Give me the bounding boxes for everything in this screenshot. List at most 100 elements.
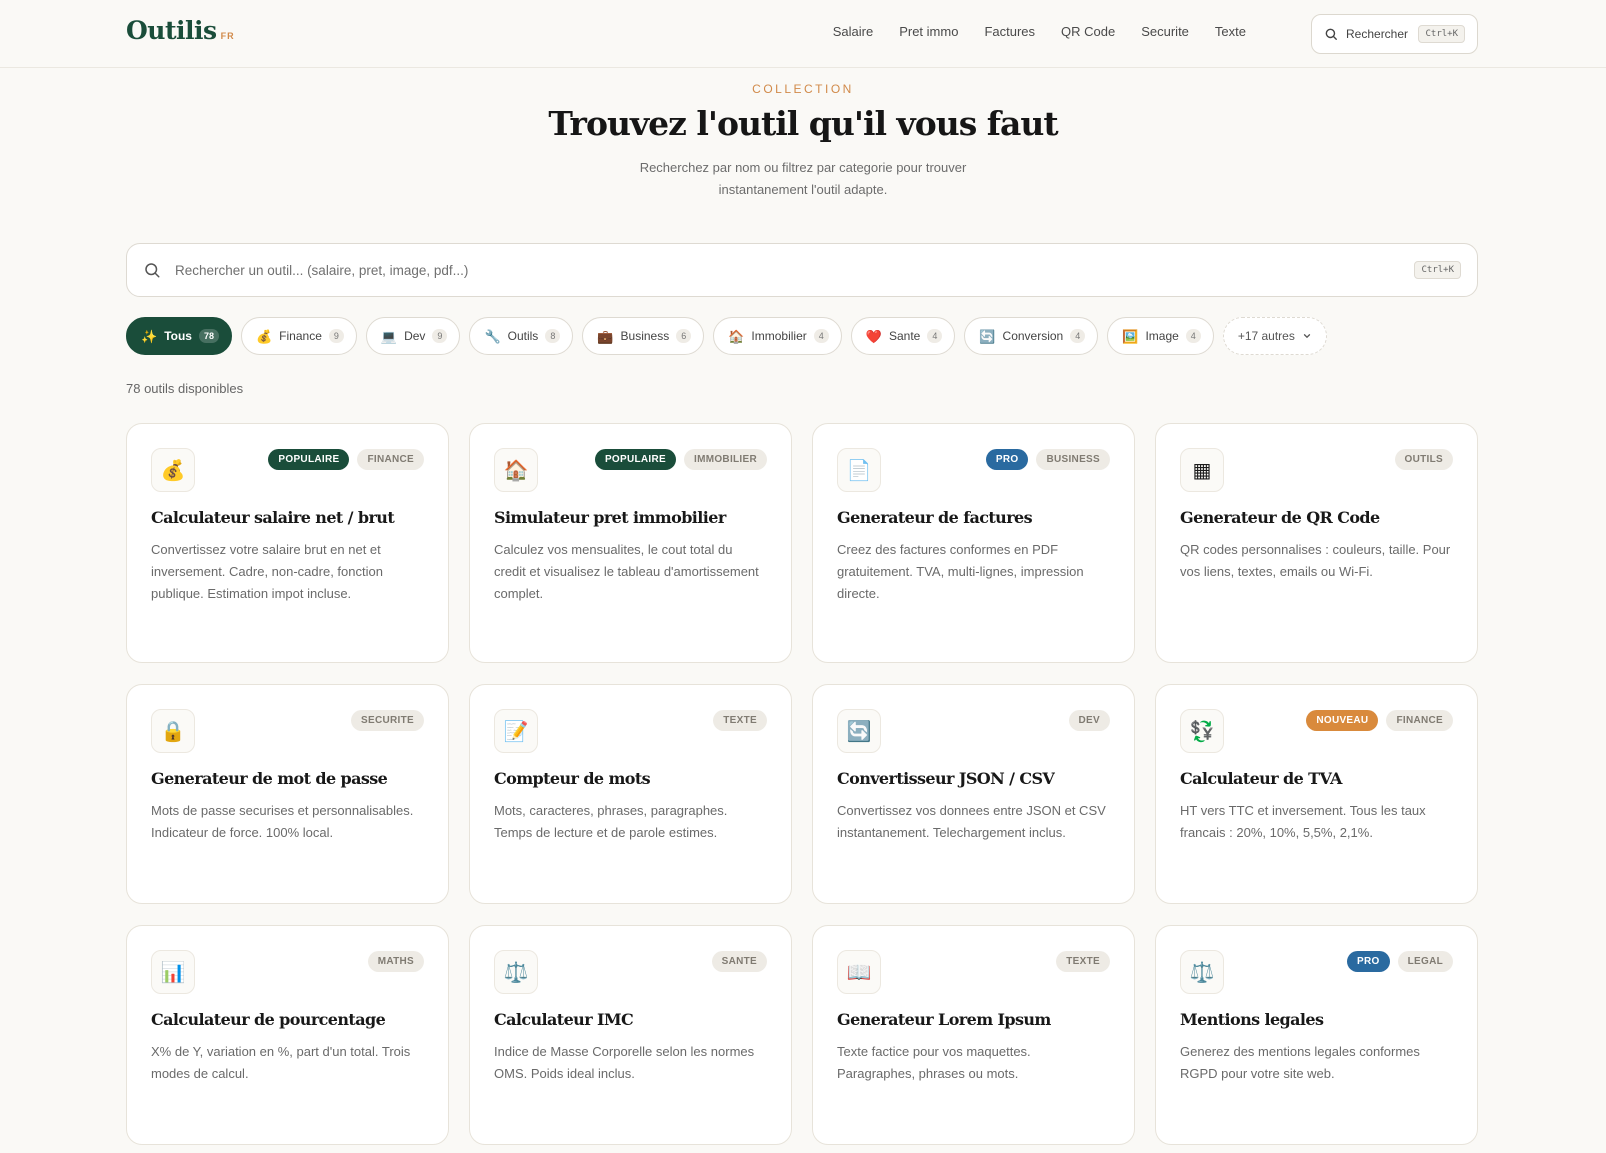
tool-card[interactable]: 📖 TEXTE Generateur Lorem Ipsum Texte factic… [812, 925, 1135, 1145]
logo-suffix: FR [220, 31, 235, 41]
nav-link-factures[interactable]: Factures [984, 24, 1035, 39]
tool-card[interactable]: 🔒 SECURITE Generateur de mot de passe Mots … [126, 684, 449, 904]
category-badge: SECURITE [351, 710, 424, 731]
tool-description: Mots, caracteres, phrases, paragraphes. … [494, 803, 728, 840]
main-nav: Salaire Pret immo Factures QR Code Secur… [833, 24, 1246, 39]
tool-title: Generateur de QR Code [1180, 508, 1380, 527]
tool-card[interactable]: 🏠 POPULAIRE IMMOBILIER Simulateur pret immo… [469, 423, 792, 663]
filter-count: 4 [1185, 329, 1201, 343]
category-badge: DEV [1068, 710, 1110, 731]
filter-chip-dev[interactable]: 💻 Dev 9 [365, 317, 461, 355]
tool-card[interactable]: 📊 MATHS Calculateur de pourcentage X% de Y,… [126, 925, 449, 1145]
tool-count: 78 outils disponibles [126, 381, 244, 396]
filter-chip-conversion[interactable]: 🔄 Conversion 4 [964, 317, 1099, 355]
status-badge: PRO [985, 449, 1029, 470]
tool-card[interactable]: ⚖️ PRO LEGAL Mentions legales Generez des me… [1155, 925, 1478, 1145]
filter-label: Dev [404, 329, 426, 343]
page-title: Trouvez l'outil qu'il vous faut [548, 104, 1058, 143]
sparkles-icon: ✨ [141, 328, 158, 344]
chevron-down-icon [1303, 334, 1310, 339]
heart-icon: ❤️ [865, 328, 882, 344]
filter-chip-outils[interactable]: 🔧 Outils 8 [469, 317, 574, 355]
category-badge: IMMOBILIER [684, 449, 767, 470]
tool-grid: 💰 POPULAIRE FINANCE Calculateur salaire net… [126, 423, 1478, 1145]
tool-badges: SECURITE [351, 710, 424, 731]
tool-description: QR codes personnalises : couleurs, taill… [1180, 542, 1451, 579]
tool-card[interactable]: 📝 TEXTE Compteur de mots Mots, caracteres, … [469, 684, 792, 904]
nav-link-pret-immo[interactable]: Pret immo [899, 24, 958, 39]
house-icon: 🏠 [728, 328, 745, 344]
bar-chart-icon: 📊 [151, 950, 195, 994]
tool-search-bar: Ctrl+K [126, 243, 1478, 297]
filter-label: Business [620, 329, 670, 343]
category-badge: OUTILS [1394, 449, 1453, 470]
nav-link-qr-code[interactable]: QR Code [1061, 24, 1115, 39]
tool-card[interactable]: 💰 POPULAIRE FINANCE Calculateur salaire net… [126, 423, 449, 663]
category-badge: TEXTE [1056, 951, 1110, 972]
nav-link-texte[interactable]: Texte [1215, 24, 1246, 39]
house-icon: 🏠 [494, 448, 538, 492]
money-bag-icon: 💰 [151, 448, 195, 492]
filter-label: Tous [164, 329, 192, 343]
tool-title: Generateur de mot de passe [151, 769, 388, 788]
tool-badges: NOUVEAU FINANCE [1306, 710, 1453, 731]
tool-description: Convertissez vos donnees entre JSON et C… [837, 803, 1106, 840]
filter-chip-finance[interactable]: 💰 Finance 9 [240, 317, 357, 355]
header-search-button[interactable]: Rechercher Ctrl+K [1311, 14, 1478, 54]
tool-title: Calculateur IMC [494, 1010, 634, 1029]
tool-card[interactable]: ▦ OUTILS Generateur de QR Code QR codes per… [1155, 423, 1478, 663]
convert-icon: 🔄 [837, 709, 881, 753]
filter-count: 9 [432, 329, 448, 343]
tool-badges: OUTILS [1394, 449, 1453, 470]
tool-title: Simulateur pret immobilier [494, 508, 726, 527]
open-book-icon: 📖 [837, 950, 881, 994]
tool-description: HT vers TTC et inversement. Tous les tau… [1180, 803, 1426, 840]
picture-icon: 🖼️ [1122, 328, 1139, 344]
filter-chip-sante[interactable]: ❤️ Sante 4 [850, 317, 956, 355]
filter-chip-image[interactable]: 🖼️ Image 4 [1107, 317, 1214, 355]
tool-badges: DEV [1068, 710, 1110, 731]
tool-card[interactable]: ⚖️ SANTE Calculateur IMC Indice de Masse Co… [469, 925, 792, 1145]
filter-label: Sante [888, 329, 921, 343]
tool-card[interactable]: 📄 PRO BUSINESS Generateur de factures Creez … [812, 423, 1135, 663]
nav-link-salaire[interactable]: Salaire [833, 24, 873, 39]
tool-card[interactable]: 💱 NOUVEAU FINANCE Calculateur de TVA HT vers… [1155, 684, 1478, 904]
category-badge: MATHS [367, 951, 424, 972]
category-badge: FINANCE [1386, 710, 1453, 731]
laptop-icon: 💻 [380, 328, 398, 344]
filter-label: Image [1145, 329, 1179, 343]
filter-chip-business[interactable]: 💼 Business 6 [582, 317, 705, 355]
filter-count: 8 [545, 329, 561, 343]
filter-count: 4 [1070, 329, 1086, 343]
filter-chip-immobilier[interactable]: 🏠 Immobilier 4 [713, 317, 842, 355]
category-badge: BUSINESS [1036, 449, 1110, 470]
filter-count: 78 [198, 329, 219, 343]
filter-label: Outils [507, 329, 539, 343]
filter-count: 4 [813, 329, 829, 343]
category-badge: SANTE [711, 951, 767, 972]
filter-chip-tous[interactable]: ✨ Tous 78 [126, 317, 232, 355]
category-badge: FINANCE [357, 449, 424, 470]
tool-description: Generez des mentions legales conformes R… [1180, 1044, 1420, 1081]
tool-description: Calculez vos mensualites, le cout total … [494, 542, 759, 601]
tool-card[interactable]: 🔄 DEV Convertisseur JSON / CSV Convertissez… [812, 684, 1135, 904]
logo-text: Outilis [126, 16, 217, 45]
scales-icon: ⚖️ [494, 950, 538, 994]
keyboard-shortcut-badge: Ctrl+K [1414, 261, 1461, 279]
status-badge: PRO [1347, 951, 1390, 972]
tool-badges: SANTE [711, 951, 767, 972]
logo[interactable]: Outilis FR [126, 16, 235, 45]
more-filters-button[interactable]: +17 autres [1222, 317, 1327, 355]
tool-badges: MATHS [367, 951, 424, 972]
tool-search-input[interactable] [175, 262, 1415, 278]
scales-icon: ⚖️ [1180, 950, 1224, 994]
top-bar: Outilis FR Salaire Pret immo Factures QR… [0, 0, 1606, 68]
tool-description: Mots de passe securises et personnalisab… [151, 803, 414, 840]
document-icon: 📄 [837, 448, 881, 492]
tool-title: Calculateur salaire net / brut [151, 508, 395, 527]
money-bag-icon: 💰 [255, 328, 273, 344]
filter-count: 9 [328, 329, 344, 343]
section-eyebrow: COLLECTION [752, 82, 854, 96]
tool-description: Indice de Masse Corporelle selon les nor… [494, 1044, 755, 1081]
nav-link-securite[interactable]: Securite [1141, 24, 1189, 39]
